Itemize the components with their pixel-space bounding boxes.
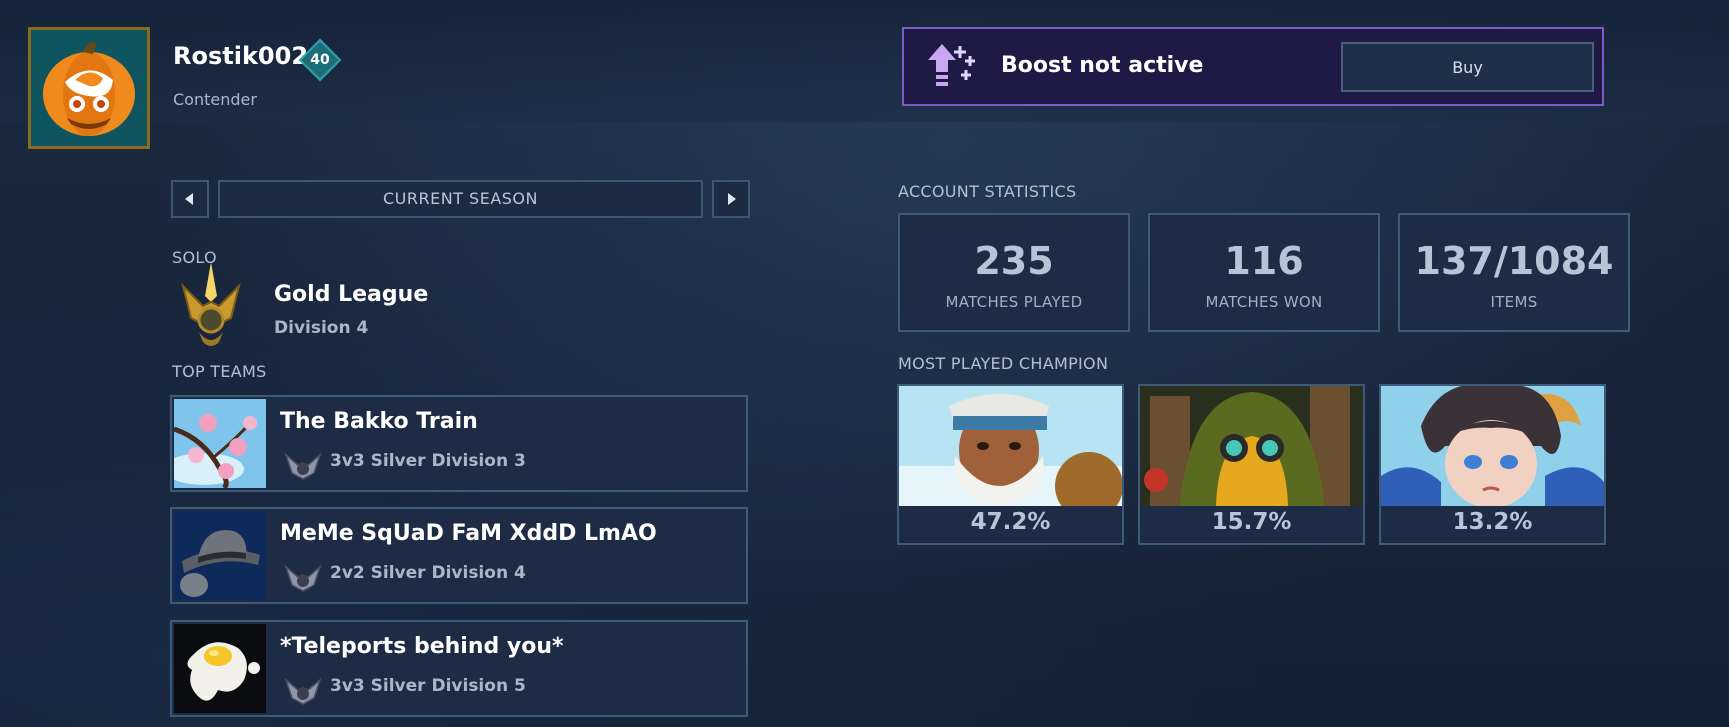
username: Rostik002: [173, 42, 309, 70]
stat-value: 116: [1224, 239, 1304, 283]
stat-matches-won: 116 MATCHES WON: [1148, 213, 1380, 332]
pumpkin-avatar-icon: [31, 30, 147, 146]
silver-rank-icon: [284, 564, 322, 592]
stat-items: 137/1084 ITEMS: [1398, 213, 1630, 332]
champion-card[interactable]: 15.7%: [1138, 384, 1365, 545]
fedora-hat-icon: [174, 511, 266, 600]
team-image-egg: [174, 624, 266, 713]
teams-section-label: TOP TEAMS: [172, 362, 267, 381]
team-card[interactable]: *Teleports behind you* 3v3 Silver Divisi…: [170, 620, 748, 717]
team-card[interactable]: MeMe SqUaD FaM XddD LmAO 2v2 Silver Divi…: [170, 507, 748, 604]
profile-avatar[interactable]: [28, 27, 150, 149]
team-rank: 2v2 Silver Division 4: [330, 563, 526, 583]
champion-old-warrior-icon: [899, 386, 1122, 506]
champion-portrait: [1140, 386, 1363, 506]
team-image-fedora: [174, 511, 266, 600]
boost-status: Boost not active: [1001, 53, 1204, 78]
cherry-blossom-icon: [174, 399, 266, 488]
stats-section-label: ACCOUNT STATISTICS: [898, 182, 1077, 201]
champion-portrait: [1381, 386, 1604, 506]
stat-label: ITEMS: [1490, 293, 1538, 311]
gold-league-crest-icon: [181, 262, 241, 346]
fried-egg-icon: [174, 624, 266, 713]
team-name: *Teleports behind you*: [280, 634, 564, 659]
team-card[interactable]: The Bakko Train 3v3 Silver Division 3: [170, 395, 748, 492]
champions-section-label: MOST PLAYED CHAMPION: [898, 354, 1109, 373]
solo-league-name: Gold League: [274, 282, 429, 307]
champion-play-percent: 47.2%: [970, 509, 1051, 535]
chevron-right-icon: [728, 193, 736, 205]
buy-boost-button[interactable]: Buy: [1341, 42, 1594, 92]
season-selector[interactable]: CURRENT SEASON: [218, 180, 703, 218]
boost-arrow-icon: [928, 44, 975, 86]
stat-label: MATCHES WON: [1205, 293, 1323, 311]
level-number: 40: [310, 52, 330, 68]
champion-card[interactable]: 13.2%: [1379, 384, 1606, 545]
stat-value: 235: [974, 239, 1054, 283]
rank-title: Contender: [173, 90, 257, 109]
silver-rank-icon: [284, 452, 322, 480]
champion-card[interactable]: 47.2%: [897, 384, 1124, 545]
team-name: The Bakko Train: [280, 409, 478, 434]
stat-matches-played: 235 MATCHES PLAYED: [898, 213, 1130, 332]
chevron-left-icon: [185, 193, 193, 205]
champion-play-percent: 15.7%: [1211, 509, 1292, 535]
champion-play-percent: 13.2%: [1452, 509, 1533, 535]
team-image-cherry-blossom: [174, 399, 266, 488]
prev-season-button[interactable]: [171, 180, 209, 218]
champion-horned-girl-icon: [1381, 386, 1604, 506]
team-name: MeMe SqUaD FaM XddD LmAO: [280, 521, 657, 546]
stat-label: MATCHES PLAYED: [945, 293, 1083, 311]
champion-portrait: [899, 386, 1122, 506]
solo-league-division: Division 4: [274, 318, 369, 338]
team-rank: 3v3 Silver Division 5: [330, 676, 526, 696]
silver-rank-icon: [284, 677, 322, 705]
next-season-button[interactable]: [712, 180, 750, 218]
stat-value: 137/1084: [1414, 239, 1614, 283]
champion-goggle-creature-icon: [1140, 386, 1363, 506]
team-rank: 3v3 Silver Division 3: [330, 451, 526, 471]
